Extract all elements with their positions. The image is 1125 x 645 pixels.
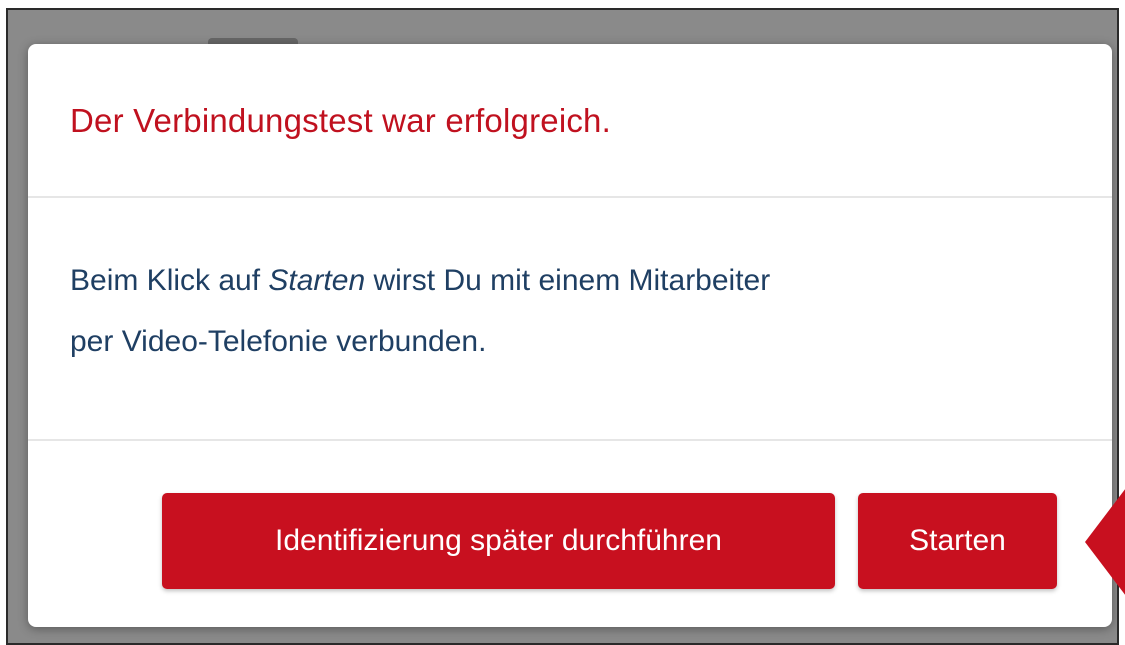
arrow-pointer-left-icon bbox=[1085, 484, 1125, 600]
start-button[interactable]: Starten bbox=[858, 493, 1057, 589]
message-text-start: Beim Klick auf bbox=[70, 264, 269, 297]
message-start-emphasis: Starten bbox=[268, 264, 366, 297]
connection-test-dialog: Der Verbindungstest war erfolgreich. Bei… bbox=[28, 44, 1112, 627]
identify-later-button[interactable]: Identifizierung später durchführen bbox=[162, 493, 835, 589]
dialog-header: Der Verbindungstest war erfolgreich. bbox=[28, 44, 1112, 198]
message-text-line2: per Video-Telefonie verbunden. bbox=[70, 325, 487, 358]
screen-frame: Der Verbindungstest war erfolgreich. Bei… bbox=[6, 8, 1119, 645]
message-text-line1-end: wirst Du mit einem Mitarbeiter bbox=[365, 264, 771, 297]
dialog-message: Beim Klick auf Starten wirst Du mit eine… bbox=[70, 250, 1030, 372]
dialog-footer: Identifizierung später durchführen Start… bbox=[28, 441, 1112, 627]
dialog-body: Beim Klick auf Starten wirst Du mit eine… bbox=[28, 198, 1112, 441]
dialog-title: Der Verbindungstest war erfolgreich. bbox=[70, 102, 611, 139]
